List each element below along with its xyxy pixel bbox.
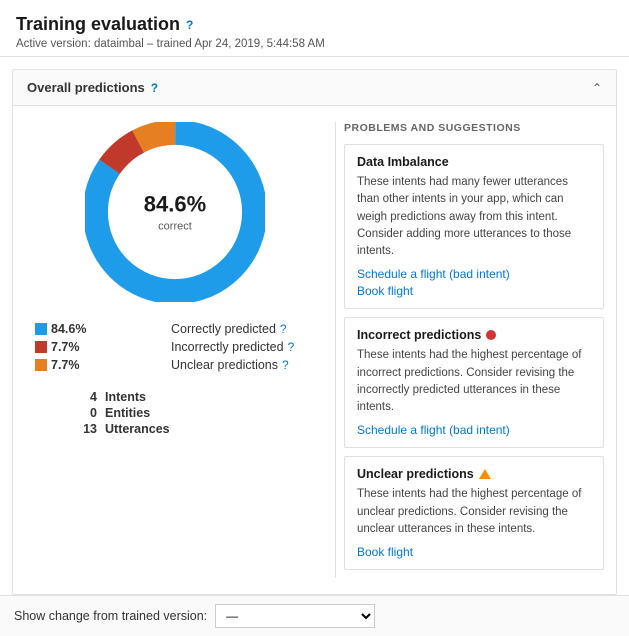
count-num-0: 4	[47, 390, 97, 404]
stat-indicator-1: 7.7%	[35, 340, 95, 354]
donut-chart: 84.6% correct	[85, 122, 265, 302]
stat-help-1[interactable]: ?	[288, 340, 295, 354]
stat-value-0: 84.6%	[51, 322, 86, 336]
count-label-2: Utterances	[105, 422, 315, 436]
page-header: Training evaluation ? Active version: da…	[0, 0, 629, 57]
donut-percent: 84.6%	[144, 192, 206, 218]
count-num-2: 13	[47, 422, 97, 436]
suggestion-desc-2: These intents had the highest percentage…	[357, 486, 591, 538]
stat-color-orange	[35, 359, 47, 371]
page-title: Training evaluation	[16, 14, 180, 35]
red-dot-icon	[486, 330, 496, 340]
stat-color-blue	[35, 323, 47, 335]
stats-grid: 84.6% Correctly predicted ? 7.7% Incorre…	[25, 322, 325, 372]
orange-triangle-icon	[479, 469, 491, 479]
page-subtitle: Active version: dataimbal – trained Apr …	[16, 38, 613, 50]
counts-grid: 4 Intents 0 Entities 13 Utterances	[25, 382, 325, 436]
suggestion-link-1-0[interactable]: Schedule a flight (bad intent)	[357, 423, 591, 437]
overall-header: Overall predictions ? ⌃	[13, 70, 616, 106]
suggestion-desc-0: These intents had many fewer utterances …	[357, 174, 591, 260]
stat-label-0: Correctly predicted ?	[171, 322, 315, 336]
left-panel: 84.6% correct 84.6% Correctly predicted …	[25, 122, 325, 578]
stat-color-red	[35, 341, 47, 353]
page-title-help-icon[interactable]: ?	[186, 18, 193, 32]
donut-label: 84.6% correct	[144, 192, 206, 233]
stat-indicator-0: 84.6%	[35, 322, 95, 336]
stat-value-2: 7.7%	[51, 358, 80, 372]
trained-version-select[interactable]: —	[215, 604, 375, 628]
suggestion-link-0-1[interactable]: Book flight	[357, 284, 591, 298]
suggestion-desc-1: These intents had the highest percentage…	[357, 347, 591, 416]
collapse-icon[interactable]: ⌃	[592, 81, 602, 95]
bottom-label: Show change from trained version:	[14, 609, 207, 623]
overall-help-icon[interactable]: ?	[151, 81, 158, 95]
stat-label-1: Incorrectly predicted ?	[171, 340, 315, 354]
suggestion-title-0: Data Imbalance	[357, 155, 591, 169]
overall-title-text: Overall predictions	[27, 80, 145, 95]
suggestion-card-2: Unclear predictions These intents had th…	[344, 456, 604, 570]
stat-value-1: 7.7%	[51, 340, 80, 354]
donut-correct-label: correct	[158, 221, 192, 233]
stat-indicator-2: 7.7%	[35, 358, 95, 372]
bottom-bar: Show change from trained version: —	[0, 595, 629, 636]
suggestion-link-0-0[interactable]: Schedule a flight (bad intent)	[357, 267, 591, 281]
suggestion-link-2-0[interactable]: Book flight	[357, 545, 591, 559]
count-label-1: Entities	[105, 406, 315, 420]
suggestion-title-2: Unclear predictions	[357, 467, 591, 481]
problems-title: PROBLEMS AND SUGGESTIONS	[344, 122, 604, 134]
right-panel: PROBLEMS AND SUGGESTIONS Data Imbalance …	[335, 122, 604, 578]
overall-section: Overall predictions ? ⌃ 84.6% correct	[12, 69, 617, 595]
count-label-0: Intents	[105, 390, 315, 404]
overall-body: 84.6% correct 84.6% Correctly predicted …	[13, 106, 616, 594]
stat-help-2[interactable]: ?	[282, 358, 289, 372]
stat-help-0[interactable]: ?	[280, 322, 287, 336]
count-num-1: 0	[47, 406, 97, 420]
suggestion-card-0: Data Imbalance These intents had many fe…	[344, 144, 604, 309]
stat-label-2: Unclear predictions ?	[171, 358, 315, 372]
suggestion-title-1: Incorrect predictions	[357, 328, 591, 342]
suggestion-card-1: Incorrect predictions These intents had …	[344, 317, 604, 448]
